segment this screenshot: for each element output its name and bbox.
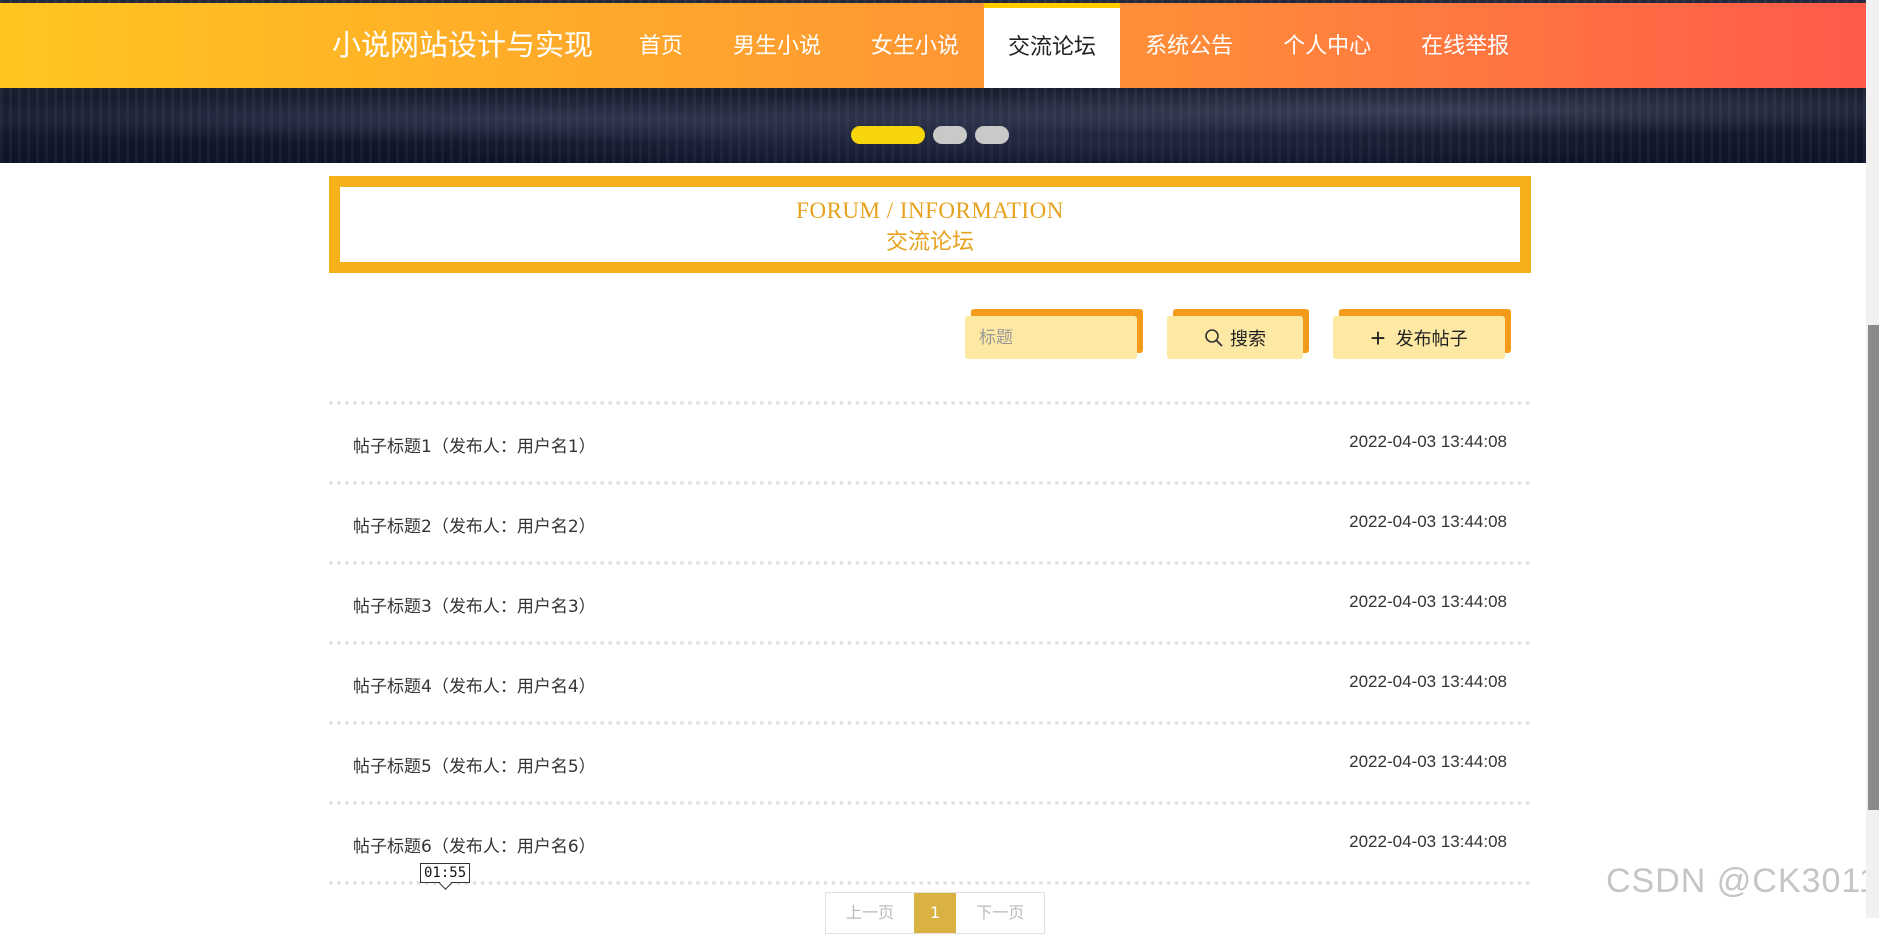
search-icon [1204, 328, 1224, 348]
add-post-button-label: 发布帖子 [1395, 328, 1468, 350]
plus-icon: + [1370, 322, 1386, 353]
post-date: 2022-04-03 13:44:08 [1349, 592, 1507, 611]
post-title[interactable]: 帖子标题1（发布人：用户名1） [353, 432, 596, 457]
nav-item-home[interactable]: 首页 [614, 3, 708, 88]
main-nav: 首页 男生小说 女生小说 交流论坛 系统公告 个人中心 在线举报 [614, 3, 1534, 88]
carousel-dot-2[interactable] [933, 126, 967, 144]
list-divider [329, 881, 1531, 885]
nav-item-male-novels[interactable]: 男生小说 [708, 3, 846, 88]
post-date: 2022-04-03 13:44:08 [1349, 432, 1507, 451]
prev-page-button[interactable]: 上一页 [826, 893, 914, 933]
post-date: 2022-04-03 13:44:08 [1349, 832, 1507, 851]
current-page[interactable]: 1 [914, 893, 957, 933]
list-item[interactable]: 帖子标题4（发布人：用户名4） 2022-04-03 13:44:08 [329, 641, 1531, 721]
time-tooltip: 01:55 [420, 863, 471, 883]
nav-item-forum[interactable]: 交流论坛 [984, 3, 1121, 88]
post-title[interactable]: 帖子标题6（发布人：用户名6） [353, 832, 596, 857]
post-date: 2022-04-03 13:44:08 [1349, 672, 1507, 691]
site-title[interactable]: 小说网站设计与实现 [332, 3, 593, 88]
list-item[interactable]: 帖子标题5（发布人：用户名5） 2022-04-03 13:44:08 [329, 721, 1531, 801]
nav-item-report[interactable]: 在线举报 [1396, 3, 1534, 88]
top-navbar: 小说网站设计与实现 首页 男生小说 女生小说 交流论坛 系统公告 个人中心 在线… [0, 3, 1866, 88]
scrollbar[interactable] [1866, 0, 1879, 918]
search-field-wrapper [965, 309, 1143, 359]
section-header: FORUM / INFORMATION 交流论坛 [329, 176, 1531, 273]
post-title[interactable]: 帖子标题4（发布人：用户名4） [353, 672, 596, 697]
carousel-dot-3[interactable] [975, 126, 1009, 144]
nav-item-announcements[interactable]: 系统公告 [1120, 3, 1258, 88]
add-post-button[interactable]: + 发布帖子 [1333, 309, 1511, 359]
carousel-dot-1[interactable] [851, 126, 925, 144]
scrollbar-thumb[interactable] [1868, 325, 1879, 810]
list-item[interactable]: 帖子标题6（发布人：用户名6） 2022-04-03 13:44:08 [329, 801, 1531, 881]
search-button[interactable]: 搜索 [1167, 309, 1309, 359]
next-page-button[interactable]: 下一页 [956, 893, 1044, 933]
section-title-en: FORUM / INFORMATION [796, 198, 1064, 223]
post-date: 2022-04-03 13:44:08 [1349, 752, 1507, 771]
list-item[interactable]: 帖子标题1（发布人：用户名1） 2022-04-03 13:44:08 [329, 401, 1531, 481]
section-title-cn: 交流论坛 [885, 230, 974, 255]
post-title[interactable]: 帖子标题2（发布人：用户名2） [353, 512, 596, 537]
list-item[interactable]: 帖子标题3（发布人：用户名3） 2022-04-03 13:44:08 [329, 561, 1531, 641]
nav-item-profile[interactable]: 个人中心 [1258, 3, 1396, 88]
pagination: 上一页 1 下一页 [825, 892, 1046, 934]
nav-item-female-novels[interactable]: 女生小说 [846, 3, 984, 88]
post-date: 2022-04-03 13:44:08 [1349, 512, 1507, 531]
search-input[interactable] [977, 326, 1131, 349]
post-title[interactable]: 帖子标题3（发布人：用户名3） [353, 592, 596, 617]
watermark: CSDN @CK3011 [1606, 862, 1879, 900]
post-title[interactable]: 帖子标题5（发布人：用户名5） [353, 752, 596, 777]
post-list: 帖子标题1（发布人：用户名1） 2022-04-03 13:44:08 帖子标题… [329, 401, 1531, 885]
carousel-indicators [851, 126, 1009, 144]
search-button-label: 搜索 [1230, 328, 1266, 350]
list-item[interactable]: 帖子标题2（发布人：用户名2） 2022-04-03 13:44:08 [329, 481, 1531, 561]
